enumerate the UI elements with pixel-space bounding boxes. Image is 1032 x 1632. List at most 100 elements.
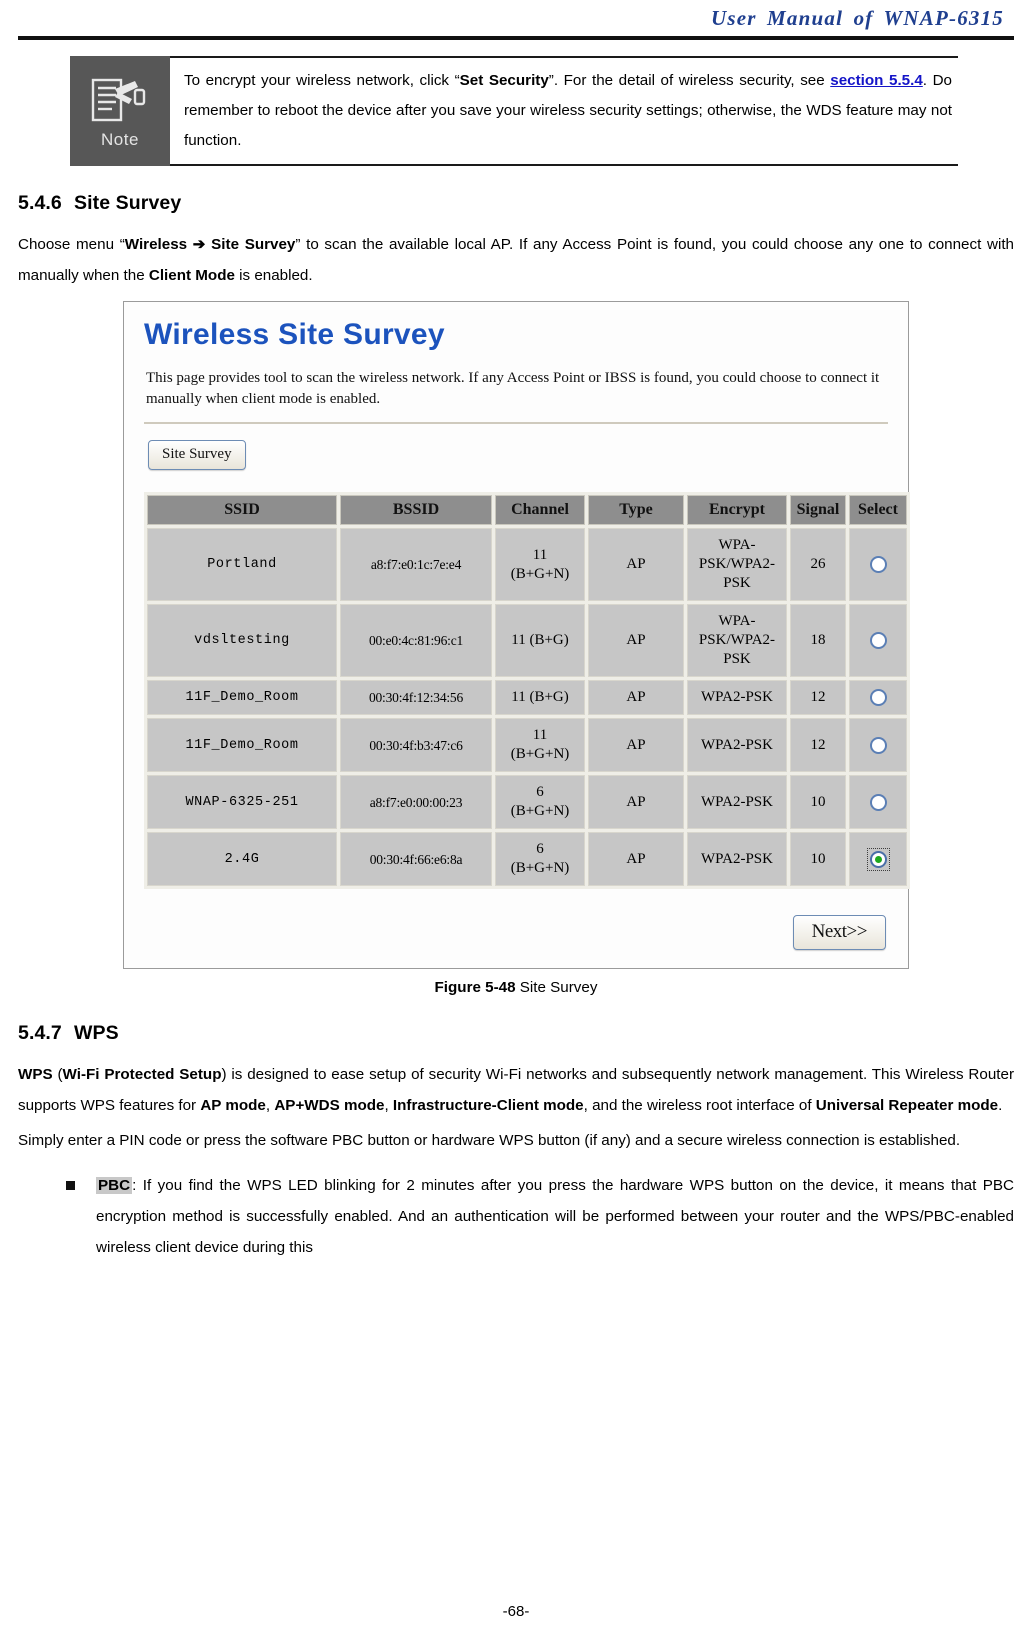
col-header-channel: Channel [495,495,585,525]
heading-wps-number: 5.4.7 [18,1022,62,1044]
note-callout: Note To encrypt your wireless network, c… [70,56,958,166]
cell-ssid: 11F_Demo_Room [147,680,337,715]
col-header-signal: Signal [790,495,846,525]
select-radio-3[interactable] [869,689,887,707]
note-icon: Note [70,56,170,166]
table-row: 11F_Demo_Room 00:30:4f:b3:47:c6 11 (B+G+N)… [147,718,907,772]
bullet-text-pbc: : If you find the WPS LED blinking for 2… [96,1177,1014,1256]
cell-select [849,775,907,829]
wps-t1: ( [52,1066,63,1083]
cell-type: AP [588,528,684,601]
access-points-table-body: Portland a8:f7:e0:1c:7e:e4 11 (B+G+N) AP WPA… [147,528,907,886]
note-hand-pen-icon [91,78,146,121]
router-ui-panel: Wireless Site Survey This page provides … [123,301,910,969]
header-divider [18,36,1014,40]
next-button-row: Next>> [140,915,886,950]
wps-t6: . [998,1097,1003,1114]
col-header-ssid: SSID [147,495,337,525]
cell-select [849,604,907,677]
site-survey-button-row: Site Survey [148,440,892,470]
cell-signal: 12 [790,718,846,772]
select-radio-5[interactable] [869,793,887,811]
cell-select [849,718,907,772]
page-footer: -68- [502,1603,530,1620]
select-radio-6[interactable] [869,850,887,868]
note-link-section-554[interactable]: section 5.5.4 [830,72,923,89]
cell-signal: 12 [790,680,846,715]
cell-ssid: 11F_Demo_Room [147,718,337,772]
table-row: Portland a8:f7:e0:1c:7e:e4 11 (B+G+N) AP WPA… [147,528,907,601]
cell-type: AP [588,775,684,829]
note-text-1: To encrypt your wireless network, click … [184,72,460,89]
cell-bssid: 00:30:4f:66:e6:8a [340,832,492,886]
note-text-2: ”. For the detail of wireless security, … [548,72,831,89]
cell-signal: 10 [790,775,846,829]
cell-encrypt: WPA-PSK/WPA2-PSK [687,528,787,601]
select-radio-2[interactable] [869,632,887,650]
cell-bssid: 00:30:4f:b3:47:c6 [340,718,492,772]
site-survey-button[interactable]: Site Survey [148,440,246,470]
wps-b3: AP mode [200,1097,266,1114]
wps-b2: Wi-Fi Protected Setup [62,1066,222,1083]
ui-divider [144,422,888,424]
select-radio-focus-ring [866,847,890,871]
select-radio-4[interactable] [869,736,887,754]
col-header-type: Type [588,495,684,525]
col-header-encrypt: Encrypt [687,495,787,525]
wps-b1: WPS [18,1066,53,1083]
cell-type: AP [588,718,684,772]
figure-caption: Figure 5-48 Site Survey [123,979,909,996]
access-points-table: SSID BSSID Channel Type Encrypt Signal S… [144,492,910,889]
wps-bullet-list: PBC: If you find the WPS LED blinking fo… [18,1170,1014,1263]
cell-channel: 11 (B+G) [495,604,585,677]
table-row: vdsltesting 00:e0:4c:81:96:c1 11 (B+G) AP WP… [147,604,907,677]
cell-encrypt: WPA2-PSK [687,775,787,829]
cell-bssid: a8:f7:e0:00:00:23 [340,775,492,829]
figure-caption-text: Site Survey [515,979,598,996]
wps-b5: Infrastructure-Client mode [392,1097,584,1114]
bullet-square-icon [66,1181,75,1190]
site-survey-intro-paragraph: Choose menu “Wireless ➔ Site Survey” to … [18,229,1014,291]
cell-signal: 26 [790,528,846,601]
cell-select [849,832,907,886]
select-radio-1[interactable] [869,556,887,574]
cell-encrypt: WPA2-PSK [687,718,787,772]
wps-t4: , [384,1097,393,1114]
heading-site-survey-title: Site Survey [74,192,182,214]
note-bold-set-security: Set Security [459,72,549,89]
heading-site-survey-number: 5.4.6 [18,192,62,214]
figure-caption-number: Figure 5-48 [434,979,516,996]
page-header-title: User Manual of WNAP-6315 [710,6,1004,30]
col-header-select: Select [849,495,907,525]
heading-site-survey: 5.4.6 Site Survey [18,192,1014,215]
next-button[interactable]: Next>> [792,915,886,950]
cell-bssid: 00:e0:4c:81:96:c1 [340,604,492,677]
document-page: User Manual of WNAP-6315 Note To encrypt… [0,0,1032,1632]
table-row: 11F_Demo_Room 00:30:4f:12:34:56 11 (B+G) AP… [147,680,907,715]
table-row: WNAP-6325-251 a8:f7:e0:00:00:23 6 (B+G+N) A… [147,775,907,829]
cell-select [849,680,907,715]
note-icon-label: Note [101,129,139,149]
cell-channel: 11 (B+G+N) [495,718,585,772]
bullet-label-pbc: PBC [96,1177,133,1194]
cell-channel: 11 (B+G+N) [495,528,585,601]
cell-channel: 11 (B+G) [495,680,585,715]
cell-ssid: vdsltesting [147,604,337,677]
ss-intro-bold-menu: Wireless ➔ Site Survey [124,236,296,253]
cell-type: AP [588,680,684,715]
cell-signal: 10 [790,832,846,886]
note-text: To encrypt your wireless network, click … [184,66,952,156]
col-header-bssid: BSSID [340,495,492,525]
wps-paragraph-1: WPS (Wi-Fi Protected Setup) is designed … [18,1059,1014,1121]
cell-encrypt: WPA-PSK/WPA2-PSK [687,604,787,677]
note-body: To encrypt your wireless network, click … [170,56,958,166]
cell-ssid: Portland [147,528,337,601]
wps-t5: , and the wireless root interface of [583,1097,816,1114]
cell-ssid: 2.4G [147,832,337,886]
heading-wps: 5.4.7 WPS [18,1022,1014,1045]
wps-b6: Universal Repeater mode [815,1097,999,1114]
wps-b4: AP+WDS mode [274,1097,385,1114]
cell-bssid: a8:f7:e0:1c:7e:e4 [340,528,492,601]
ss-intro-bold-client-mode: Client Mode [148,267,235,284]
ui-page-title: Wireless Site Survey [144,318,445,351]
